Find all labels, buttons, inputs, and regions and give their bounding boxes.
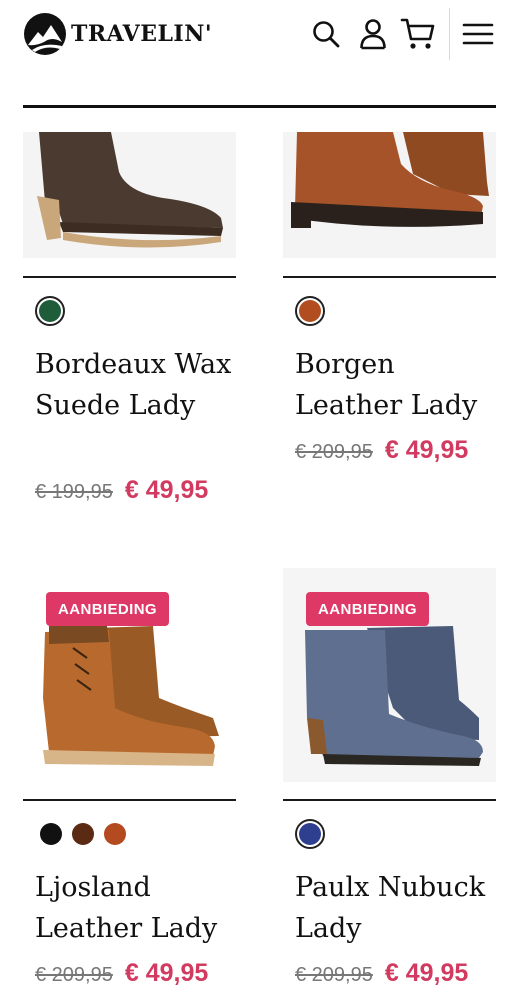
sale-price: € 49,95 [384, 959, 469, 987]
sale-price: € 49,95 [124, 476, 209, 504]
cart-icon [400, 18, 435, 49]
logo-mark-icon [24, 13, 66, 55]
account-button[interactable] [355, 14, 391, 54]
header-divider [449, 8, 450, 60]
card-divider [23, 276, 236, 278]
color-swatches [295, 819, 325, 849]
swatch-color [39, 300, 61, 322]
account-icon [360, 19, 386, 50]
price-block: € 209,95 € 49,95 [35, 959, 208, 988]
swatch-color [299, 300, 321, 322]
color-swatch[interactable] [295, 819, 325, 849]
sale-price: € 49,95 [384, 436, 469, 464]
color-swatches [40, 823, 126, 845]
product-name[interactable]: Borgen Leather Lady [295, 345, 495, 426]
product-image[interactable]: AANBIEDING [23, 568, 236, 782]
menu-button[interactable] [460, 14, 496, 54]
color-swatch[interactable] [104, 823, 126, 845]
brand-name: TRAVELIN' [71, 21, 213, 47]
menu-icon [462, 23, 494, 45]
original-price: € 209,95 [295, 441, 373, 463]
product-image[interactable]: AANBIEDING [283, 568, 496, 782]
color-swatches [35, 296, 65, 326]
price-block: € 209,95 € 49,95 [295, 959, 468, 988]
original-price: € 199,95 [35, 481, 113, 503]
section-divider [23, 105, 496, 108]
original-price: € 209,95 [35, 964, 113, 986]
search-button[interactable] [308, 14, 344, 54]
product-image[interactable] [283, 132, 496, 258]
site-header: TRAVELIN' [0, 0, 519, 70]
swatch-color [299, 823, 321, 845]
sale-price: € 49,95 [124, 959, 209, 987]
price-block: € 199,95 € 49,95 [35, 476, 208, 505]
product-name[interactable]: Bordeaux Wax Suede Lady [35, 345, 235, 426]
product-image[interactable] [23, 132, 236, 258]
color-swatch[interactable] [295, 296, 325, 326]
card-divider [23, 799, 236, 801]
sale-badge: AANBIEDING [306, 592, 430, 626]
color-swatch[interactable] [40, 823, 62, 845]
cart-button[interactable] [400, 14, 436, 54]
color-swatch[interactable] [35, 296, 65, 326]
search-icon [313, 21, 340, 48]
color-swatches [295, 296, 325, 326]
boot-image [291, 132, 489, 228]
product-name[interactable]: Paulx Nubuck Lady [295, 868, 495, 949]
product-name[interactable]: Ljosland Leather Lady [35, 868, 235, 949]
color-swatch[interactable] [72, 823, 94, 845]
boot-image [37, 132, 223, 248]
original-price: € 209,95 [295, 964, 373, 986]
price-block: € 209,95 € 49,95 [295, 436, 468, 465]
card-divider [283, 276, 496, 278]
brand-logo[interactable]: TRAVELIN' [22, 12, 212, 56]
sale-badge: AANBIEDING [46, 592, 170, 626]
card-divider [283, 799, 496, 801]
